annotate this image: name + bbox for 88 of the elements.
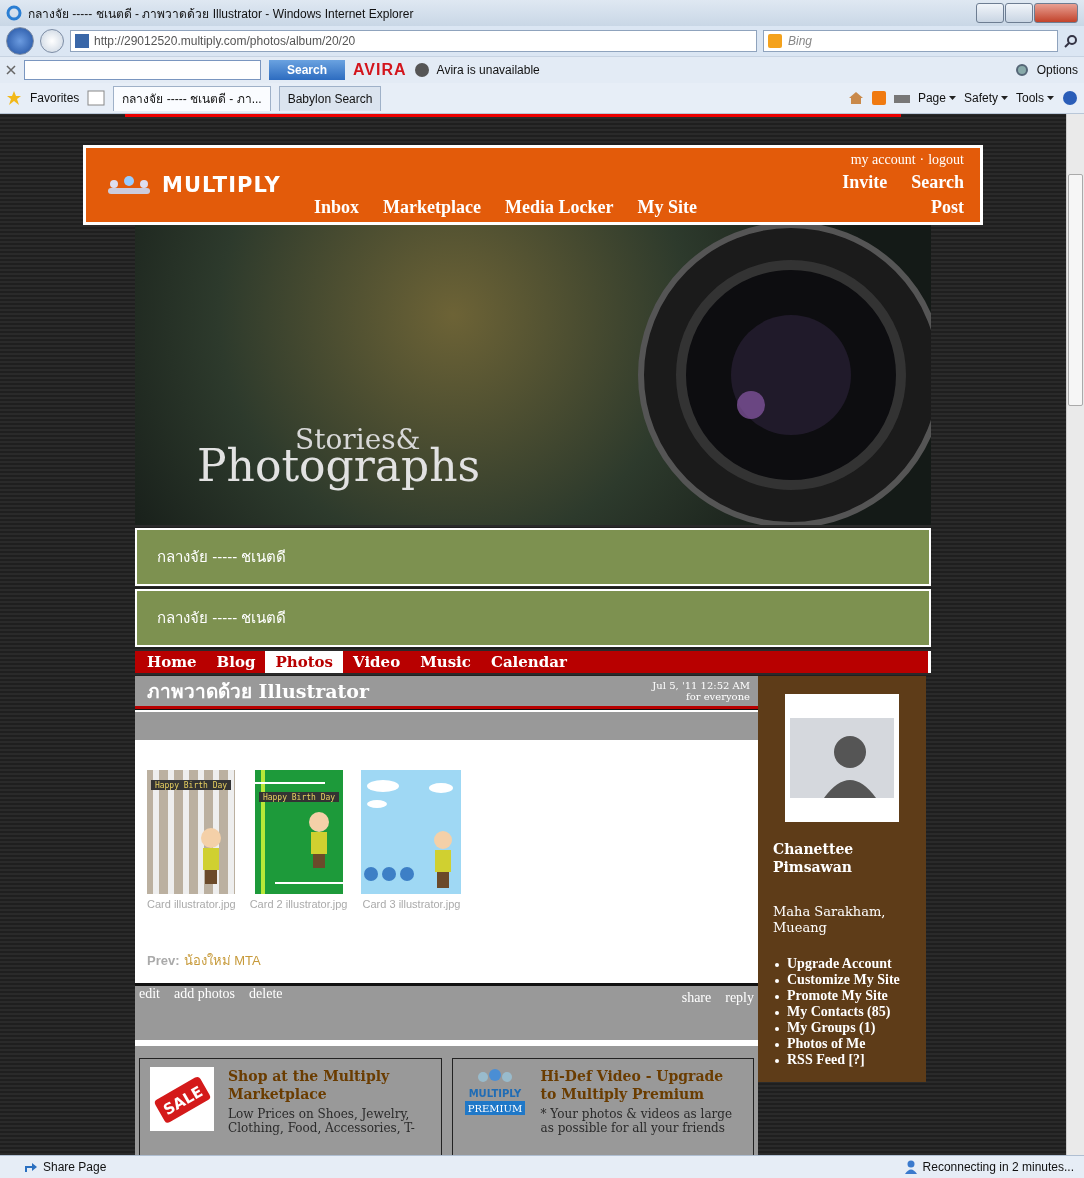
profile-link[interactable]: Photos of Me	[787, 1036, 866, 1052]
profile-location: Maha Sarakham, Mueang	[773, 904, 887, 936]
photo-caption: Card 2 illustrator.jpg	[249, 898, 348, 910]
banner-label: Happy Birth Day	[262, 793, 335, 802]
window-title: กลางจัย ----- ชเนตดี - ภาพวาดด้วย Illustrator - Windows Internet Explorer	[28, 5, 415, 23]
photo-caption: Card illustrator.jpg	[147, 898, 236, 910]
site-tab[interactable]: Blog	[206, 651, 266, 673]
command-menu[interactable]: Safety	[963, 91, 1008, 105]
forward-button[interactable]	[40, 29, 64, 53]
bullet-icon	[775, 995, 779, 999]
scroll-thumb[interactable]	[1068, 174, 1083, 406]
caret-icon	[1047, 96, 1054, 100]
bullet-icon	[775, 1043, 779, 1047]
user-icon	[903, 1160, 918, 1174]
star-icon	[6, 90, 22, 106]
site-tab[interactable]: Calendar	[480, 651, 577, 673]
nav-link[interactable]: Marketplace	[383, 197, 481, 218]
scrollbar[interactable]	[1066, 114, 1084, 1155]
site-tab[interactable]: Photos	[265, 651, 344, 673]
boy-figure	[201, 828, 222, 884]
banner-label: Happy Birth Day	[155, 781, 228, 790]
search-icon[interactable]	[1064, 34, 1078, 48]
profile-name[interactable]: Chanettee Pimsawan	[773, 840, 926, 876]
nav-link[interactable]: Media Locker	[505, 197, 614, 218]
browser-tab[interactable]: Babylon Search	[278, 85, 382, 111]
nav-link[interactable]: My Site	[637, 197, 697, 218]
share-icon	[24, 1161, 38, 1173]
site-title: กลางจัย ----- ชเนตดี	[135, 589, 931, 647]
browser-tab[interactable]: กลางจัย ----- ชเนตดี - ภา...	[113, 85, 271, 111]
toolbar-search-field[interactable]	[24, 60, 261, 80]
post-visibility: for everyone	[686, 691, 750, 702]
quick-tabs-icon[interactable]	[87, 90, 106, 106]
ad-text: Low Prices on Shoes, Jewelry, Clothing, Food, Accessories, T-	[228, 1107, 416, 1135]
favorites-button[interactable]: Favorites	[30, 91, 80, 105]
close-icon[interactable]	[6, 65, 16, 75]
photo-caption: Card 3 illustrator.jpg	[362, 898, 461, 910]
profile-link[interactable]: Promote My Site	[787, 988, 888, 1004]
site-title: กลางจัย ----- ชเนตดี	[135, 528, 931, 586]
post-title: ภาพวาดด้วย Illustrator	[147, 679, 371, 704]
site-tab[interactable]: Music	[410, 651, 481, 673]
boy-figure	[308, 812, 329, 868]
caret-icon	[1001, 96, 1008, 100]
card-thumbnail[interactable]: Happy Birth Day	[254, 770, 343, 894]
caret-icon	[948, 96, 956, 100]
ad-text: * Your photos & videos as large as possible for all your friends	[540, 1107, 734, 1135]
search-field[interactable]: Bing	[763, 30, 1058, 52]
home-icon[interactable]	[847, 90, 864, 106]
profile-link[interactable]: My Contacts (85)	[787, 1004, 891, 1020]
boy-figure	[434, 831, 453, 888]
gear-icon	[1014, 63, 1029, 77]
avira-logo: AVIRA	[353, 61, 407, 79]
bullet-icon	[775, 963, 779, 967]
separator: ·	[919, 152, 925, 168]
nav-link[interactable]: Inbox	[314, 197, 360, 218]
post-date: Jul 5, '11 12:52 AM	[652, 680, 750, 691]
share-page-button[interactable]: Share Page	[43, 1160, 107, 1174]
bullet-icon	[775, 1011, 779, 1015]
site-tab[interactable]: Home	[137, 651, 207, 673]
command-menu[interactable]: Page	[917, 91, 956, 105]
minimize-button[interactable]	[976, 3, 1004, 23]
address-field[interactable]: http://29012520.multiply.com/photos/album/20/20	[70, 30, 757, 52]
card-thumbnail[interactable]	[361, 770, 462, 894]
post-link[interactable]: Post	[931, 197, 964, 218]
profile-link[interactable]: Upgrade Account	[787, 956, 892, 972]
browser-logo-icon	[6, 5, 22, 21]
avira-status: Avira is unavailable	[436, 63, 540, 77]
command-menu[interactable]: Tools	[1016, 91, 1054, 105]
profile-link[interactable]: Customize My Site	[787, 972, 900, 988]
flowers-drawing	[364, 867, 415, 881]
back-button[interactable]	[6, 27, 34, 55]
bullet-icon	[775, 979, 779, 983]
maximize-button[interactable]	[1005, 3, 1033, 23]
header-link[interactable]: Invite	[842, 172, 888, 193]
search-button[interactable]: Search	[269, 60, 345, 80]
site-logo[interactable]: MULTIPLY	[162, 173, 281, 197]
account-link[interactable]: my account	[850, 152, 916, 168]
site-tab[interactable]: Video	[343, 651, 411, 673]
card-thumbnail[interactable]: Happy Birth Day	[147, 770, 236, 894]
bullet-icon	[775, 1059, 779, 1063]
connection-status: Reconnecting in 2 minutes...	[922, 1160, 1074, 1174]
logout-link[interactable]: logout	[928, 152, 964, 168]
profile-link[interactable]: RSS Feed [?]	[787, 1052, 865, 1068]
prev-label: Prev:	[147, 953, 180, 968]
options-button[interactable]: Options	[1036, 63, 1078, 77]
bullet-icon	[775, 1027, 779, 1031]
header-link[interactable]: Search	[911, 172, 964, 193]
close-button[interactable]	[1034, 3, 1078, 23]
profile-link[interactable]: My Groups (1)	[787, 1020, 876, 1036]
